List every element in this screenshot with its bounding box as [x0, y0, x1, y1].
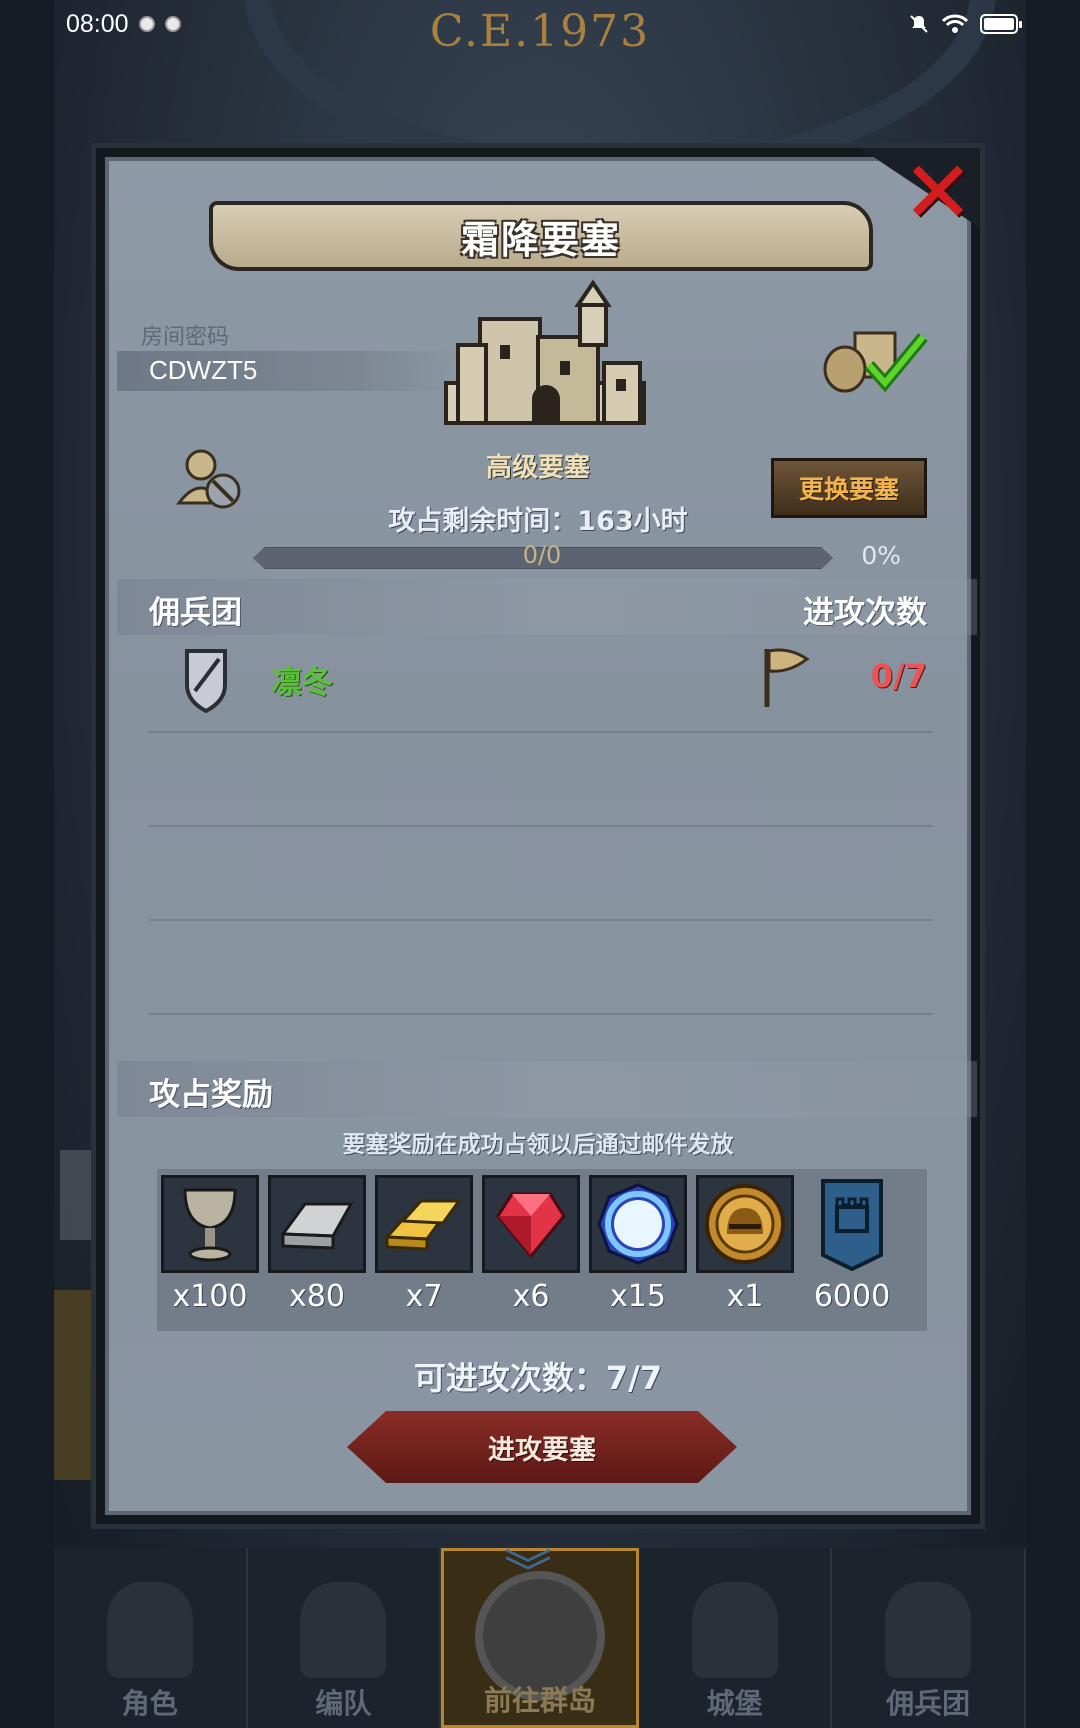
dialog-title: 霜降要塞	[460, 217, 621, 262]
attack-count: 0/7	[870, 657, 927, 695]
knight-helmet-coin-icon	[705, 1184, 785, 1264]
castle-icon	[691, 1582, 778, 1678]
mute-icon	[910, 15, 928, 33]
progress-text: 0/0	[522, 541, 562, 569]
helmet-icon	[300, 1582, 387, 1678]
nav-label: 前往群岛	[483, 1684, 596, 1717]
room-password-value[interactable]: CDWZT5	[149, 355, 257, 386]
reward-item[interactable]: x15	[589, 1175, 687, 1314]
row-divider	[149, 825, 933, 827]
status-icons	[908, 13, 1022, 35]
shield-sword-icon	[185, 649, 227, 713]
reward-item[interactable]: x6	[482, 1175, 580, 1314]
mercenary-header: 佣兵团	[149, 595, 242, 631]
reward-quantity: x6	[512, 1279, 550, 1314]
reward-section-title: 攻占奖励	[149, 1077, 273, 1113]
nav-item-mercenary[interactable]: 佣兵团	[832, 1548, 1026, 1728]
status-time: 08:00	[66, 9, 129, 38]
close-button[interactable]: ✕	[899, 143, 977, 243]
reward-quantity: x1	[726, 1279, 764, 1314]
reward-item[interactable]: x100	[161, 1175, 259, 1314]
mercenary-icon	[885, 1582, 972, 1678]
reward-slot	[268, 1175, 366, 1273]
attack-fortress-button[interactable]: 进攻要塞	[347, 1411, 737, 1483]
row-divider	[149, 731, 933, 733]
blue-crystal-icon	[597, 1183, 679, 1265]
reward-item[interactable]: x1	[696, 1175, 794, 1314]
ruby-icon	[496, 1192, 566, 1259]
battery-icon	[980, 14, 1022, 34]
nav-item-formation[interactable]: 编队	[248, 1548, 442, 1728]
fortress-banner-icon	[821, 1179, 883, 1271]
nav-label: 编队	[315, 1687, 372, 1720]
left-side-decoration	[54, 1290, 94, 1480]
chevron-down-icon: ︾	[503, 1545, 552, 1601]
gold-bars-icon	[383, 1199, 462, 1251]
nav-item-castle[interactable]: 城堡	[639, 1548, 833, 1728]
reward-slot	[375, 1175, 473, 1273]
nav-label: 城堡	[706, 1687, 763, 1720]
wifi-icon	[942, 14, 968, 33]
remaining-time: 攻占剩余时间：163小时	[388, 506, 688, 537]
nav-item-islands[interactable]: ︾ 前往群岛	[441, 1548, 639, 1728]
close-icon: ✕	[901, 143, 975, 243]
nav-label: 佣兵团	[886, 1687, 971, 1720]
reward-note: 要塞奖励在成功占领以后通过邮件发放	[342, 1132, 734, 1158]
reward-quantity: x7	[405, 1279, 443, 1314]
reward-quantity: 6000	[813, 1279, 891, 1314]
reward-item[interactable]: x7	[375, 1175, 473, 1314]
fortress-dialog: ✕ 霜降要塞 房间密码 CDWZT5 高级要塞 更换要塞 攻占剩余时间：163小…	[96, 148, 980, 1524]
reward-quantity: x15	[610, 1279, 666, 1314]
left-side-scroll	[60, 1150, 96, 1240]
reward-slot	[161, 1175, 259, 1273]
right-margin	[1026, 0, 1080, 1728]
goblet-icon	[183, 1188, 237, 1262]
nav-item-character[interactable]: 角色	[54, 1548, 248, 1728]
attack-fortress-label: 进攻要塞	[488, 1434, 596, 1466]
reward-quantity: x100	[172, 1279, 248, 1314]
reward-item[interactable]: 6000	[803, 1175, 901, 1314]
row-divider	[149, 919, 933, 921]
remaining-attempts: 可进攻次数：7/7	[413, 1359, 663, 1397]
notification-icon	[164, 16, 181, 32]
reward-slot	[803, 1175, 901, 1273]
notification-icon	[138, 16, 155, 32]
reward-slot	[589, 1175, 687, 1273]
knight-icon	[106, 1582, 193, 1678]
reward-quantity: x80	[289, 1279, 345, 1314]
iron-bar-icon	[280, 1202, 354, 1250]
supply-bag-check-icon	[823, 331, 928, 393]
left-margin	[0, 0, 54, 1728]
mercenary-name[interactable]: 凛冬	[271, 657, 333, 702]
title-banner: 霜降要塞	[209, 201, 873, 271]
nav-label: 角色	[121, 1687, 178, 1720]
bottom-navigation: 角色 编队 ︾ 前往群岛 城堡 佣兵团	[54, 1548, 1026, 1728]
fortress-icon	[444, 279, 646, 425]
attack-count-header: 进攻次数	[803, 595, 927, 631]
flag-icon	[764, 648, 810, 707]
reward-slot	[696, 1175, 794, 1273]
room-password-label: 房间密码	[141, 325, 230, 350]
reward-slot	[482, 1175, 580, 1273]
status-bar: 08:00	[66, 6, 1022, 42]
reward-item[interactable]: x80	[268, 1175, 366, 1314]
row-divider	[149, 1013, 933, 1015]
progress-percent: 0%	[861, 541, 901, 570]
